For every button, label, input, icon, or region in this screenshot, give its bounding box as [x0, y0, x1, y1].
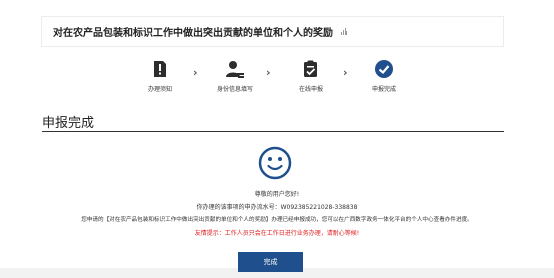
- step-identity: 身份信息填写: [205, 60, 265, 93]
- step-label: 在线申报: [298, 86, 323, 93]
- chevron-right-icon: ›: [266, 66, 271, 79]
- smile-icon: [258, 146, 292, 180]
- flow-number-text: 你办理的该事项的申办流水号：W092385221028-338838: [196, 204, 358, 211]
- step-label: 申报完成: [371, 86, 396, 93]
- declaration-complete-page: 对在农产品包装和标识工作中做出突出贡献的单位和个人的奖励 办理须知 › 身份信息…: [0, 0, 554, 278]
- progress-steps: 办理须知 › 身份信息填写 › 在线申报 › 申报完成: [0, 0, 554, 100]
- warning-text: 友情提示：工作人员只会在工作日进行业务办理，请耐心等候!: [194, 230, 360, 237]
- check-circle-icon: [375, 60, 393, 78]
- greeting-text: 尊敬的用户您好!: [254, 191, 300, 198]
- clipboard-check-icon: [302, 60, 320, 78]
- section-title: 申报完成: [42, 116, 95, 131]
- step-label: 办理须知: [147, 86, 172, 93]
- step-online-declare: 在线申报: [281, 60, 341, 93]
- user-edit-icon: [226, 60, 244, 78]
- success-description: 您申请的【对在农产品包装和标识工作中做出突出贡献的单位和个人的奖励】办理已经申报…: [81, 217, 473, 223]
- done-button[interactable]: 完成: [238, 252, 303, 272]
- chevron-right-icon: ›: [343, 66, 348, 79]
- step-notice: 办理须知: [130, 60, 190, 93]
- section-divider: [42, 131, 504, 132]
- notice-icon: [151, 60, 169, 78]
- step-label: 身份信息填写: [216, 86, 253, 93]
- step-complete: 申报完成: [354, 60, 414, 93]
- chevron-right-icon: ›: [193, 66, 198, 79]
